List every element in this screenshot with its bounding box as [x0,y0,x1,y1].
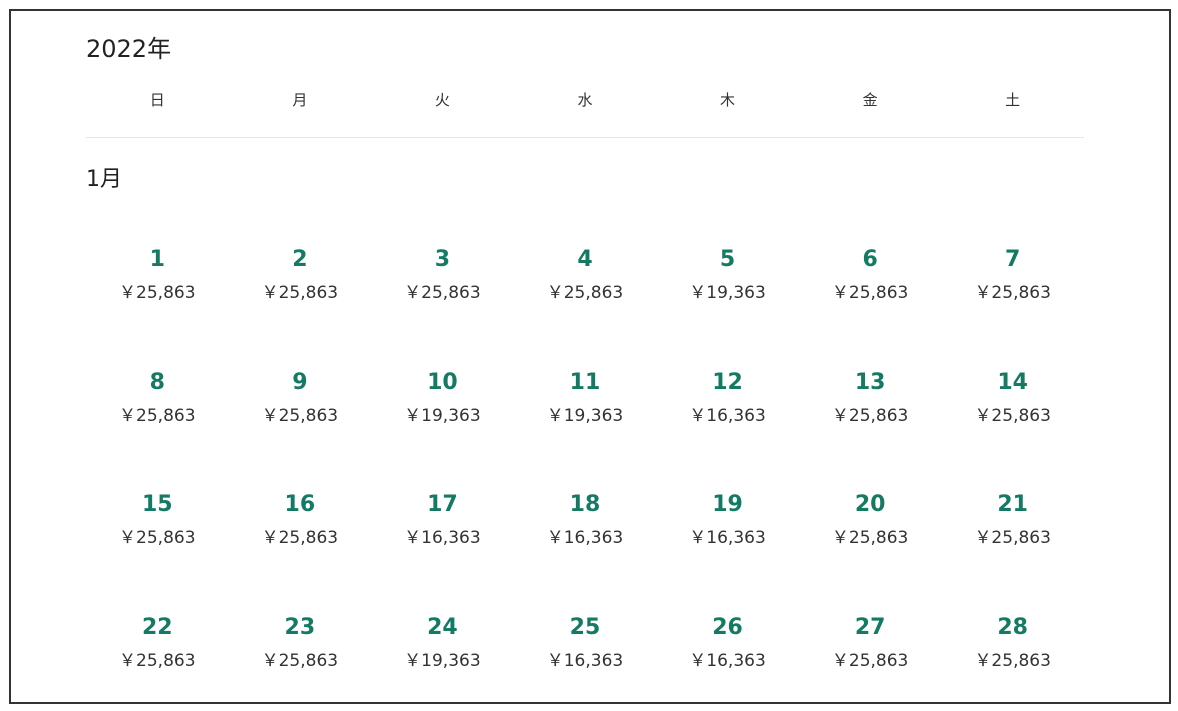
calendar-day-cell[interactable]: 20 ￥25,863 [799,492,942,548]
day-number: 21 [997,492,1028,517]
day-price: ￥25,863 [261,406,339,426]
day-number: 11 [569,370,601,395]
calendar-day-cell[interactable]: 3 ￥25,863 [371,247,514,303]
day-price: ￥16,363 [689,528,766,548]
day-price: ￥25,863 [831,406,909,426]
calendar-day-cell[interactable]: 13 ￥25,863 [799,370,942,426]
day-number: 5 [719,247,736,272]
day-number: 7 [1005,247,1021,272]
day-number: 18 [569,492,601,517]
day-number: 13 [854,370,886,395]
day-price: ￥25,863 [974,651,1051,671]
day-price: ￥25,863 [831,651,909,671]
calendar-day-cell[interactable]: 1 ￥25,863 [86,247,229,303]
calendar-day-cell[interactable]: 18 ￥16,363 [514,492,657,548]
day-price: ￥25,863 [974,528,1051,548]
day-price: ￥25,863 [831,528,909,548]
calendar-day-cell[interactable]: 26 ￥16,363 [656,615,799,671]
day-price: ￥25,863 [119,406,196,426]
calendar-day-cell[interactable]: 7 ￥25,863 [941,247,1084,303]
day-price: ￥25,863 [261,283,339,303]
day-number: 17 [427,492,458,517]
calendar-day-cell[interactable]: 5 ￥19,363 [656,247,799,303]
calendar-day-cell[interactable]: 9 ￥25,863 [229,370,372,426]
day-number: 25 [569,615,601,640]
calendar-day-cell[interactable]: 16 ￥25,863 [229,492,372,548]
calendar-day-cell[interactable]: 28 ￥25,863 [941,615,1084,671]
day-price: ￥16,363 [689,406,766,426]
calendar-day-cell[interactable]: 12 ￥16,363 [656,370,799,426]
calendar-day-cell[interactable]: 21 ￥25,863 [941,492,1084,548]
day-price: ￥25,863 [261,528,339,548]
day-price: ￥25,863 [974,283,1051,303]
day-number: 26 [712,615,743,640]
day-number: 12 [712,370,743,395]
calendar-day-cell[interactable]: 22 ￥25,863 [86,615,229,671]
calendar-day-cell[interactable]: 24 ￥19,363 [371,615,514,671]
day-number: 22 [141,615,173,640]
day-price: ￥25,863 [261,651,339,671]
day-price: ￥25,863 [974,406,1051,426]
day-price: ￥19,363 [546,406,624,426]
day-number: 28 [997,615,1028,640]
calendar-day-cell[interactable]: 8 ￥25,863 [86,370,229,426]
day-price: ￥19,363 [689,283,766,303]
day-price: ￥19,363 [404,406,481,426]
day-number: 24 [427,615,458,640]
day-number: 20 [854,492,886,517]
calendar-day-cell[interactable]: 19 ￥16,363 [656,492,799,548]
day-number: 4 [577,247,593,272]
day-price: ￥25,863 [119,528,196,548]
day-price: ￥16,363 [689,651,766,671]
day-number: 8 [149,370,165,395]
day-price: ￥25,863 [831,283,909,303]
calendar-day-cell[interactable]: 27 ￥25,863 [799,615,942,671]
day-number: 6 [862,247,878,272]
day-number: 9 [292,370,308,395]
day-price: ￥16,363 [546,528,624,548]
calendar-day-cell[interactable]: 17 ￥16,363 [371,492,514,548]
calendar-day-cell[interactable]: 15 ￥25,863 [86,492,229,548]
day-price: ￥25,863 [404,283,481,303]
day-price: ￥25,863 [546,283,624,303]
day-price: ￥25,863 [119,651,196,671]
day-price: ￥19,363 [404,651,481,671]
calendar-day-cell[interactable]: 23 ￥25,863 [229,615,372,671]
day-price: ￥16,363 [404,528,481,548]
day-price: ￥25,863 [119,283,196,303]
day-number: 16 [284,492,316,517]
day-number: 19 [712,492,743,517]
day-price: ￥16,363 [546,651,624,671]
calendar-day-cell[interactable]: 14 ￥25,863 [941,370,1084,426]
calendar-day-cell[interactable]: 2 ￥25,863 [229,247,372,303]
calendar-day-cell[interactable]: 10 ￥19,363 [371,370,514,426]
day-number: 2 [292,247,308,272]
day-grid: 1 ￥25,863 2 ￥25,863 3 ￥25,863 4 ￥25,863 5 ￥19,363… [86,11,1084,702]
calendar-day-cell[interactable]: 4 ￥25,863 [514,247,657,303]
calendar-day-cell[interactable]: 6 ￥25,863 [799,247,942,303]
day-number: 27 [854,615,886,640]
day-number: 15 [141,492,173,517]
day-number: 14 [997,370,1028,395]
day-number: 3 [434,247,451,272]
day-number: 23 [284,615,316,640]
day-number: 1 [149,247,165,272]
day-number: 10 [427,370,458,395]
calendar-day-cell[interactable]: 11 ￥19,363 [514,370,657,426]
calendar-panel: 2022年 日 月 火 水 木 金 土 1月 1 ￥25,863 2 ￥25,863 3… [9,9,1171,704]
calendar-day-cell[interactable]: 25 ￥16,363 [514,615,657,671]
